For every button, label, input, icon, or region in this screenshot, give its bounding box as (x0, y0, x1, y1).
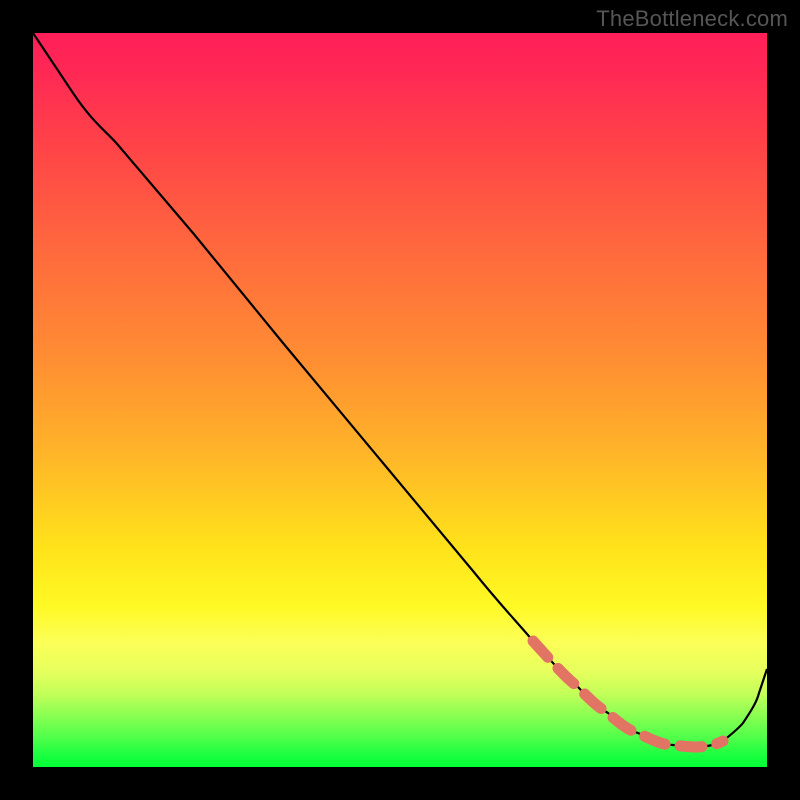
plot-area (33, 33, 767, 767)
chart-stage: TheBottleneck.com (0, 0, 800, 800)
watermark-label: TheBottleneck.com (596, 6, 788, 32)
curve-layer (33, 33, 767, 767)
bottleneck-curve (33, 33, 767, 747)
optimal-range-dashes (533, 641, 723, 747)
